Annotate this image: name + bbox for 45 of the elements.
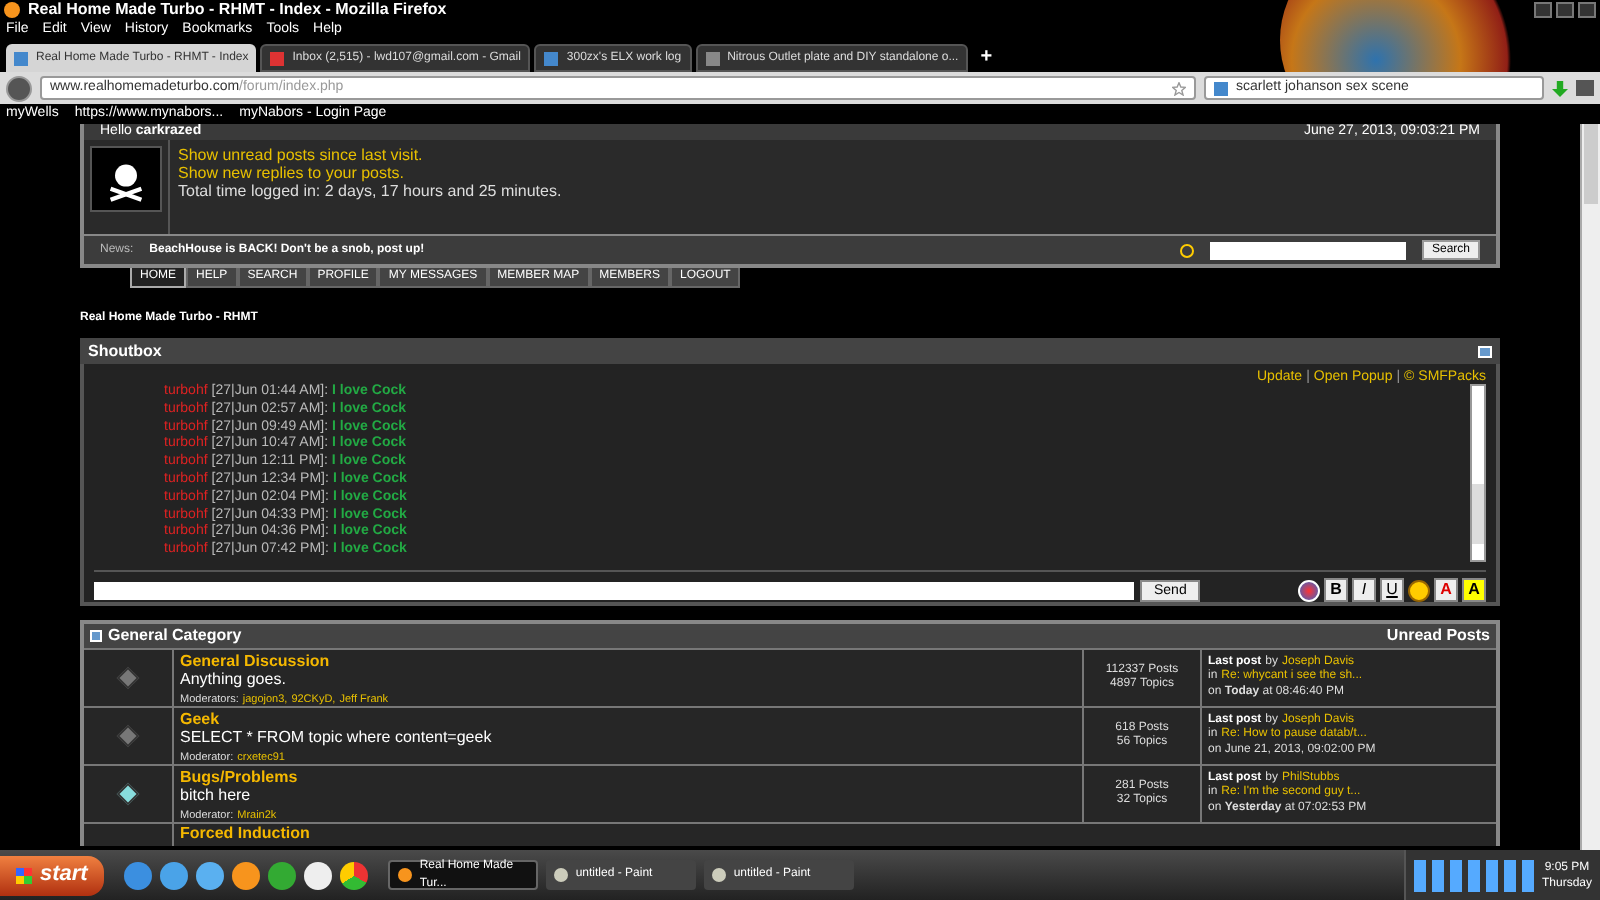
smiley-icon[interactable] [1408, 579, 1430, 601]
forum-search-field[interactable] [1209, 241, 1406, 259]
board-description: Anything goes. [180, 670, 288, 688]
star-icon[interactable] [1172, 81, 1186, 95]
color-palette-icon[interactable] [1298, 579, 1320, 601]
format-button[interactable]: I [1352, 578, 1376, 602]
scrollbar[interactable] [1470, 384, 1486, 562]
format-button[interactable]: A [1434, 578, 1458, 602]
page-icon [705, 51, 720, 65]
window-title: Real Home Made Turbo - RHMT - Index - Mozilla Firefox [28, 0, 447, 21]
back-button[interactable] [6, 75, 32, 101]
format-button[interactable]: U [1380, 578, 1404, 602]
shoutbox-title: Shoutbox [88, 339, 162, 363]
format-button[interactable]: A [1462, 578, 1486, 602]
board-description: SELECT * FROM topic where content=geek [180, 728, 494, 746]
time-logged-text: Total time logged in: 2 days, 17 hours and 25 minutes. [178, 182, 562, 200]
new-tab-button[interactable]: + [972, 44, 1001, 72]
start-button[interactable]: start [0, 855, 104, 895]
page-icon [544, 51, 559, 65]
avatar-icon [90, 146, 162, 212]
user-link[interactable]: Show new replies to your posts. [178, 164, 562, 182]
firefox-icon [397, 868, 412, 882]
shout-input-field[interactable] [94, 581, 1134, 599]
user-link[interactable]: Show unread posts since last visit. [178, 146, 562, 164]
board-description: bitch here [180, 786, 253, 804]
close-icon[interactable] [1578, 2, 1596, 18]
tray-icons-drawing[interactable] [1413, 859, 1534, 891]
format-button[interactable]: B [1324, 578, 1348, 602]
board-title[interactable]: Geek [180, 710, 1076, 728]
board-title[interactable]: Forced Induction [174, 824, 316, 846]
search-icon [1179, 243, 1194, 257]
page-scrollbar[interactable] [1580, 124, 1600, 850]
mail-icon [270, 51, 285, 65]
restore-icon[interactable] [1556, 2, 1574, 18]
board-title[interactable]: General Discussion [180, 652, 1076, 670]
page-icon [14, 51, 28, 65]
board-title[interactable]: Bugs/Problems [180, 768, 1076, 786]
search-engine-icon [1214, 81, 1228, 95]
minimize-icon[interactable] [1534, 2, 1552, 18]
unread-posts-link[interactable]: Unread Posts [1386, 624, 1490, 648]
windows-logo-icon [16, 867, 32, 883]
firefox-icon [4, 2, 20, 18]
category-title: General Category [108, 624, 242, 648]
collapse-icon[interactable] [1478, 345, 1492, 357]
firefox-icon[interactable] [231, 861, 260, 889]
